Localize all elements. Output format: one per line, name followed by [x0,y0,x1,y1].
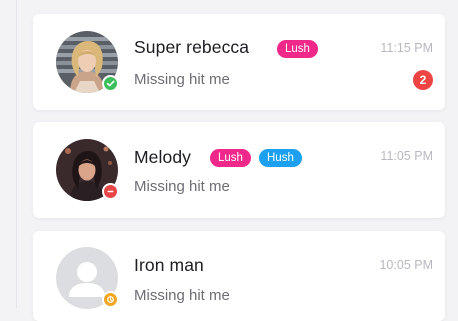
tag-badge: Lush [277,40,318,58]
message-preview: Missing hit me [134,71,230,88]
tag-badge: Lush [210,149,251,167]
panel-divider [16,0,17,308]
conversation-item[interactable]: Super rebecca Lush Missing hit me 11:15 … [33,14,445,110]
busy-status-icon [102,183,119,200]
avatar[interactable] [56,31,119,93]
conversation-list: Super rebecca Lush Missing hit me 11:15 … [0,0,458,321]
message-time: 10:05 PM [379,258,433,272]
avatar[interactable] [56,139,119,201]
avatar[interactable] [56,247,119,309]
tag-badge: Hush [259,149,302,167]
unread-count-badge: 2 [413,70,433,90]
contact-name: Super rebecca [134,37,250,57]
message-preview: Missing hit me [134,178,230,195]
away-status-icon [102,291,119,308]
contact-name: Melody [134,147,192,167]
online-status-icon [102,75,119,92]
message-preview: Missing hit me [134,287,230,304]
contact-name: Iron man [134,255,204,275]
message-time: 11:05 PM [380,149,433,163]
message-time: 11:15 PM [380,41,433,55]
conversation-item[interactable]: Melody Lush Hush Missing hit me 11:05 PM [33,122,445,218]
